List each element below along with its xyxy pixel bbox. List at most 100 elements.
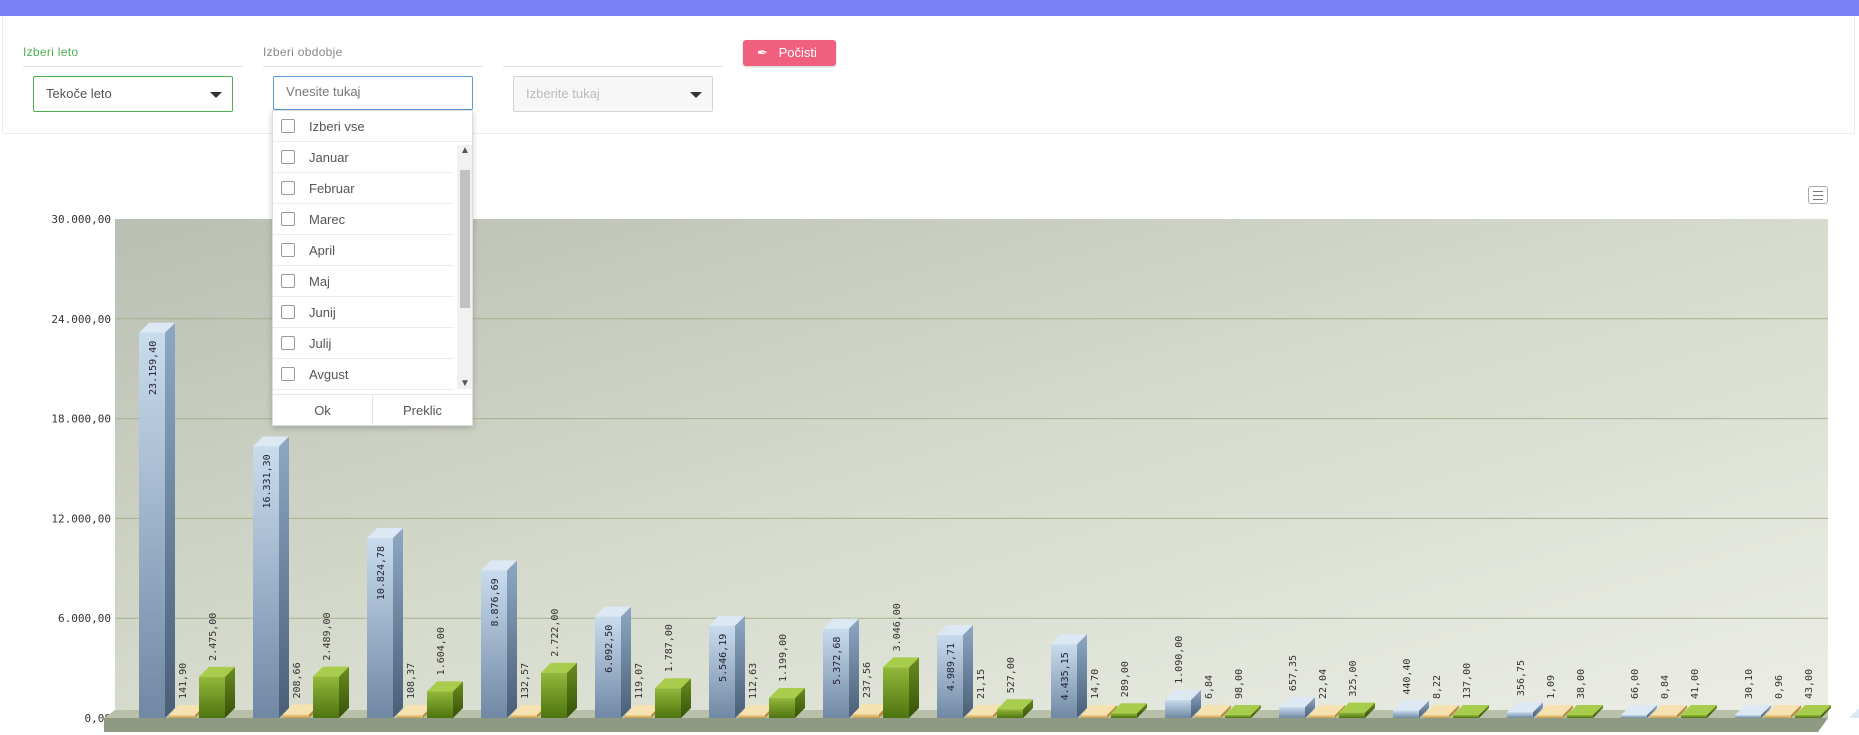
data-label: 30,10 [1744,669,1755,699]
data-label: 108,37 [406,663,417,699]
data-label: 10.824,78 [376,546,387,600]
month-option[interactable]: Januar [273,142,454,173]
data-label: 0,84 [1660,675,1671,699]
month-option-label: April [309,243,336,258]
data-label: 208,66 [292,662,303,698]
data-label: 0,96 [1774,675,1785,699]
bar-front [1735,715,1761,718]
data-label: 4.989,71 [946,643,957,691]
month-option[interactable]: Maj [273,266,454,297]
bar-front [967,715,993,718]
bar-front [199,676,225,718]
bar-front [1111,713,1137,718]
month-option[interactable]: Avgust [273,359,454,390]
period-dropdown: Izberi vse Januar Februar Marec April Maj Jun… [272,110,473,426]
month-option[interactable]: Februar [273,173,454,204]
data-label: 23.159,40 [148,341,159,395]
checkbox-icon[interactable] [281,150,295,164]
bar: 6.092,50 [595,606,631,718]
data-label: 5.372,68 [832,637,843,685]
y-tick-label: 12.000,00 [51,512,111,525]
data-label: 356,75 [1516,660,1527,696]
y-tick-label: 6.000,00 [58,612,111,625]
chart-floor [104,718,1828,732]
data-label: 41,00 [1690,669,1701,699]
bar: 5.372,68 [823,618,859,718]
data-label: 112,63 [748,663,759,699]
bar-front [1225,715,1251,718]
bar-front [1507,712,1533,718]
bar-front [1453,715,1479,718]
month-option-label: Marec [309,212,346,227]
bar-front [769,698,795,718]
checkbox-icon[interactable] [281,336,295,350]
bar-side [735,615,745,718]
data-label: 22,04 [1318,669,1329,699]
month-option[interactable]: April [273,235,454,266]
bar-front [1309,715,1335,718]
data-label: 66,00 [1630,669,1641,699]
bar-front [541,672,567,718]
data-label: 237,56 [862,662,873,698]
bar-front [625,715,651,718]
bar-side [393,527,403,718]
data-label: 1,09 [1546,675,1557,699]
data-label: 8,22 [1432,675,1443,699]
bar-front [1423,715,1449,718]
data-label: 4.435,15 [1060,652,1071,700]
data-label: 1.199,00 [778,634,789,682]
month-option[interactable]: Julij [273,328,454,359]
data-label: 14,70 [1090,669,1101,699]
bar-side [165,322,175,718]
bar-front [1651,715,1677,718]
bar-front [1681,715,1707,718]
checkbox-icon[interactable] [281,119,295,133]
month-option-label: Junij [309,305,336,320]
bar-front [853,714,879,718]
checkbox-icon[interactable] [281,274,295,288]
bar-side [621,606,631,718]
bar-front [283,714,309,718]
bar-side [963,625,973,718]
bar: 23.159,40 [139,322,175,718]
data-label: 8.876,69 [490,578,501,626]
month-option-label: Julij [309,336,332,351]
cancel-button[interactable]: Preklic [373,394,472,425]
data-label: 5.546,19 [718,634,729,682]
bar-front [169,715,195,718]
data-label: 325,00 [1348,660,1359,696]
y-axis: 0,006.000,0012.000,0018.000,0024.000,003… [51,213,111,725]
scrollbar-thumb[interactable] [460,170,470,308]
select-all-option[interactable]: Izberi vse [273,111,472,142]
bar-front [1165,699,1191,718]
y-tick-label: 30.000,00 [51,213,111,226]
checkbox-icon[interactable] [281,305,295,319]
checkbox-icon[interactable] [281,243,295,257]
bar-front [427,691,453,718]
chevron-up-icon[interactable]: ▲ [459,145,471,156]
dropdown-scrollbar[interactable]: ▲ ▼ [457,145,472,389]
bar: 4.989,71 [937,625,973,718]
month-option-label: Januar [309,150,349,165]
checkbox-icon[interactable] [281,367,295,381]
month-option[interactable]: Junij [273,297,454,328]
bar: 5.546,19 [709,615,745,718]
month-option[interactable]: Marec [273,204,454,235]
data-label: 527,00 [1006,657,1017,693]
bar-side [1077,634,1087,718]
chevron-down-icon[interactable]: ▼ [459,378,471,389]
ok-button[interactable]: Ok [273,394,373,425]
month-option-label: Maj [309,274,330,289]
bar-side [849,618,859,718]
data-label: 289,00 [1120,661,1131,697]
data-label: 1.787,00 [664,624,675,672]
checkbox-icon[interactable] [281,181,295,195]
bar-front [1765,715,1791,718]
month-option-label: Februar [309,181,355,196]
checkbox-icon[interactable] [281,212,295,226]
y-tick-label: 24.000,00 [51,313,111,326]
bar: 16.331,30 [253,436,289,718]
bar-front [1795,715,1821,718]
bar-front [313,676,339,718]
data-label: 6,84 [1204,675,1215,699]
